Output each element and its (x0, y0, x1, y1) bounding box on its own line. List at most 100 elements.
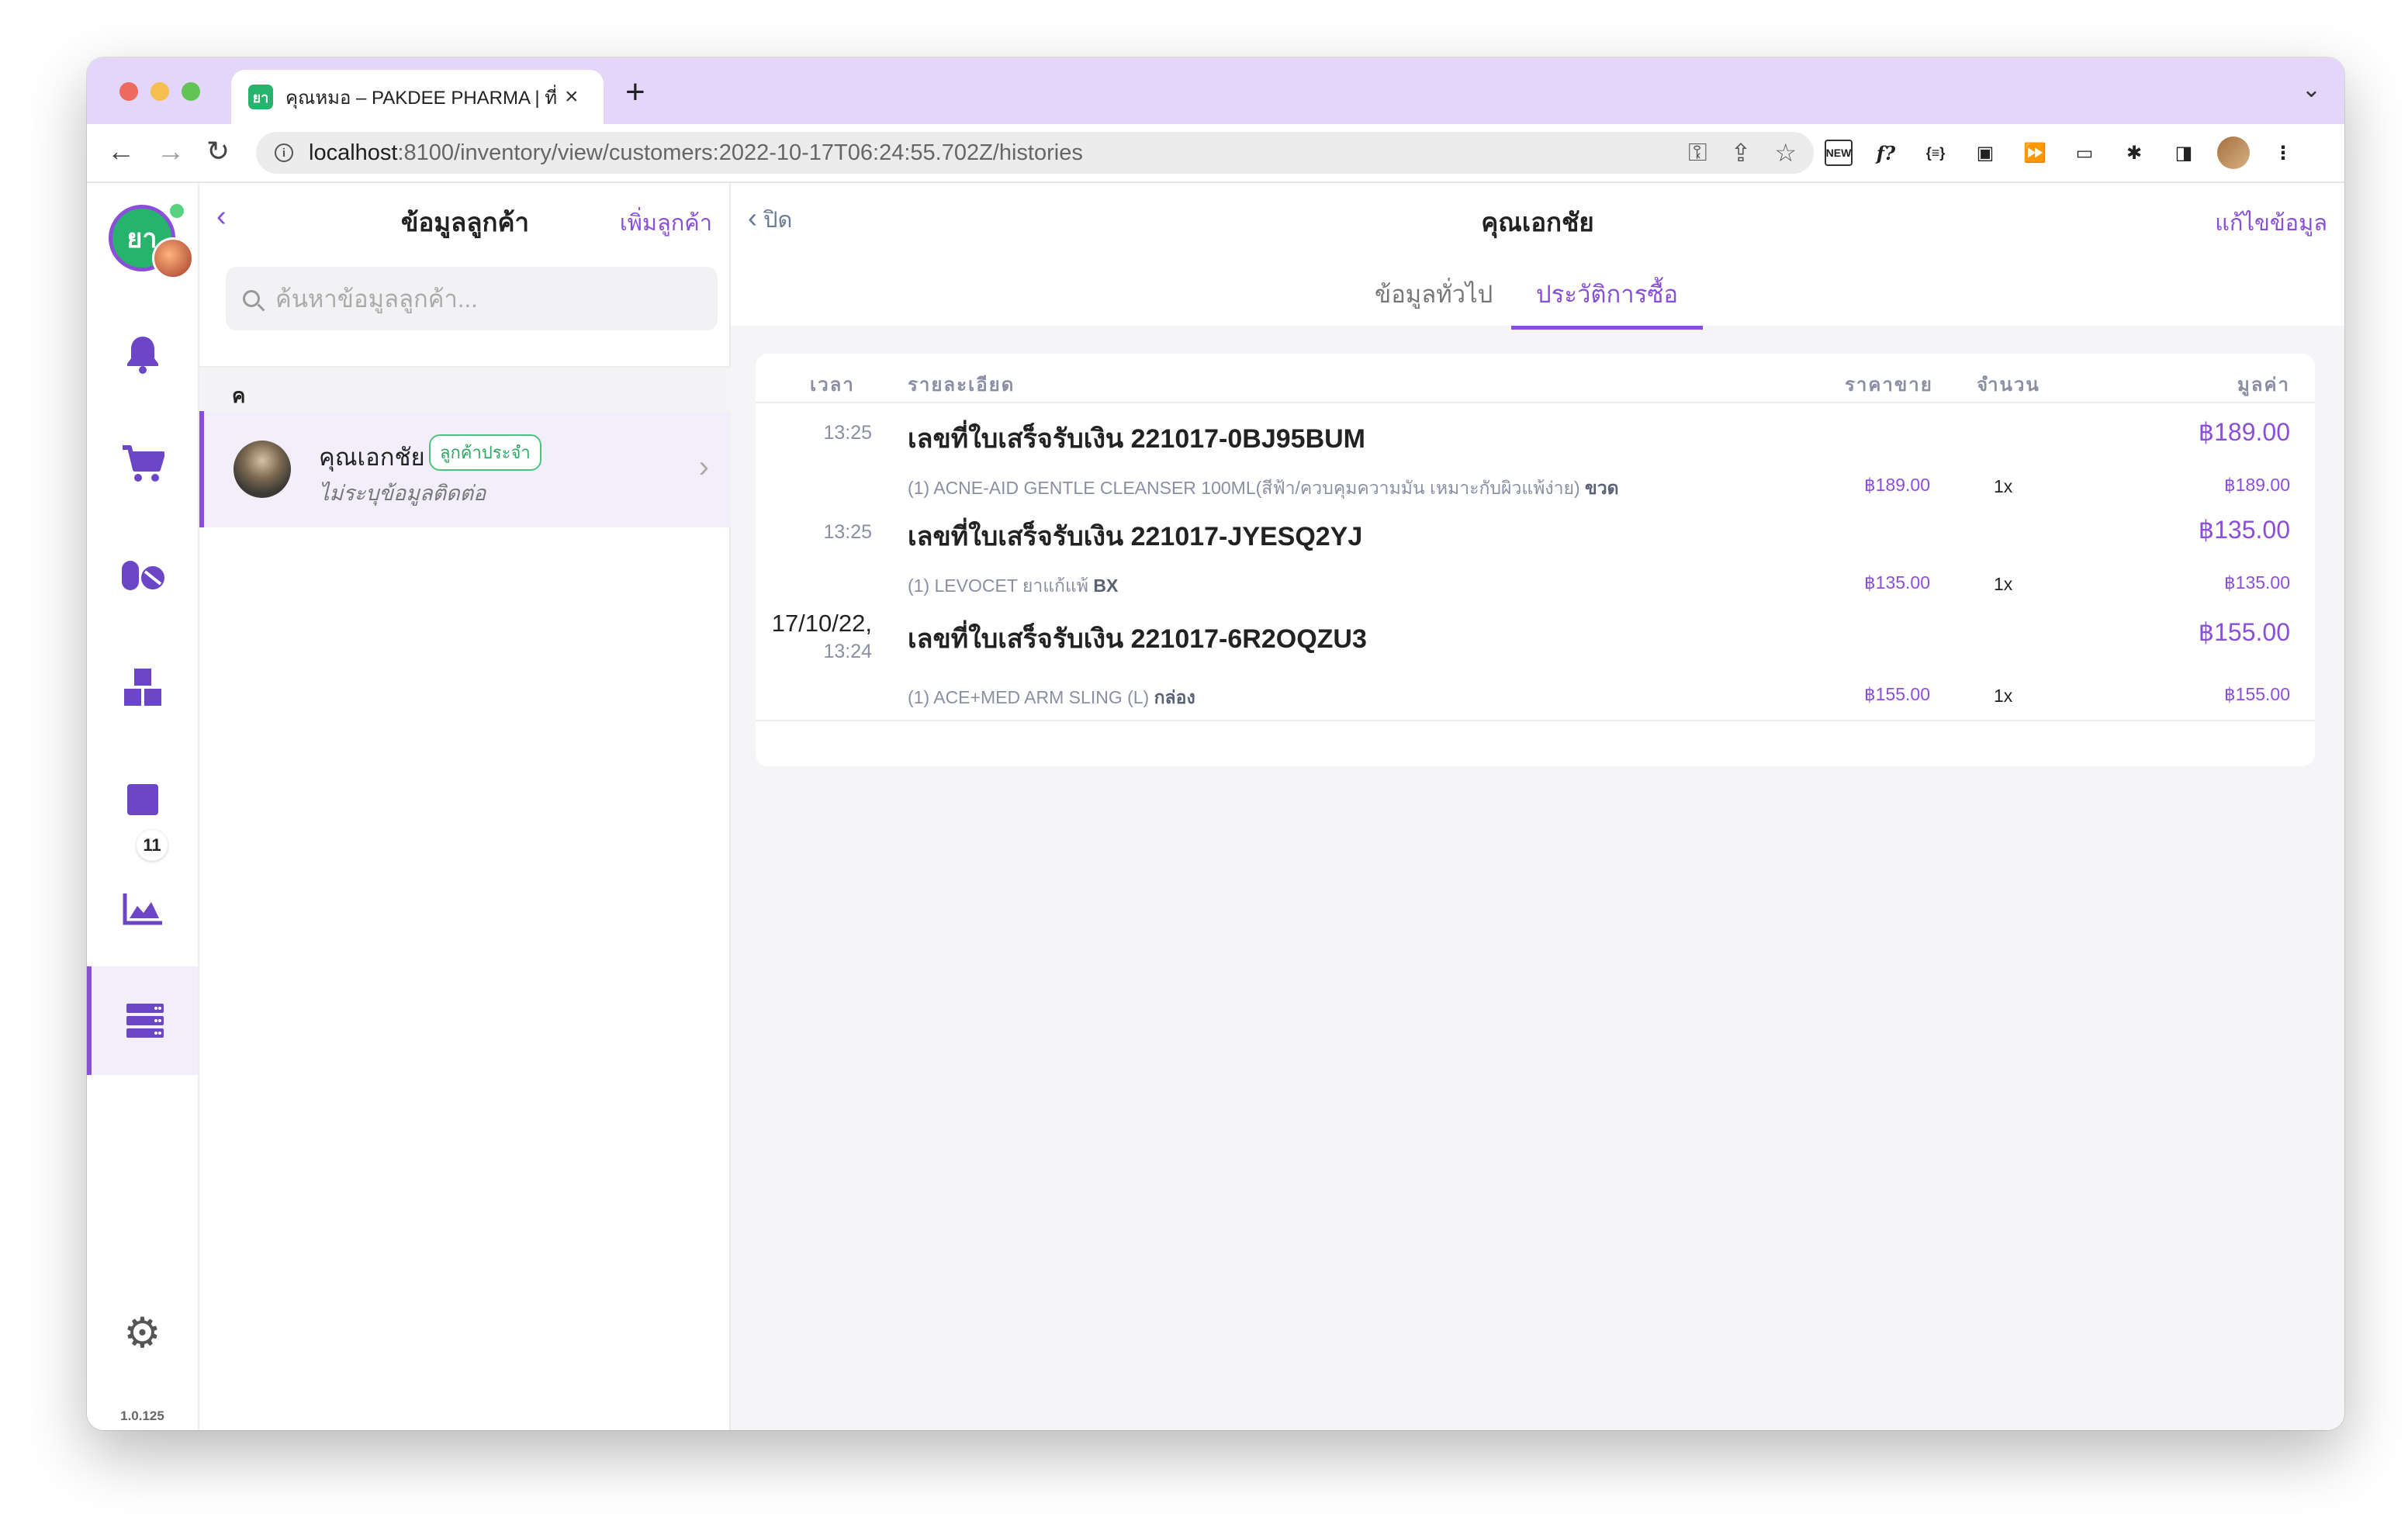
gear-icon: ⚙ (123, 1309, 161, 1356)
tab-purchase-history[interactable]: ประวัติการซื้อ (1511, 275, 1704, 330)
regular-customer-badge: ลูกค้าประจำ (429, 434, 541, 471)
item-price: ฿155.00 (1864, 684, 1930, 704)
nav-notifications[interactable] (87, 299, 198, 408)
browser-toolbar: ← → ↻ i localhost:8100/inventory/view/cu… (87, 124, 2344, 183)
share-icon[interactable]: ⇪ (1731, 138, 1752, 168)
new-extension-icon[interactable]: NEW (1825, 140, 1853, 166)
customer-avatar (234, 441, 291, 498)
pills-icon (121, 561, 164, 590)
nav-inventory[interactable] (87, 633, 198, 741)
address-bar[interactable]: i localhost:8100/inventory/view/customer… (256, 132, 1814, 174)
side-panel-icon[interactable]: ◨ (2168, 137, 2200, 169)
server-list-icon (126, 1004, 164, 1038)
column-header-value: มูลค่า (2237, 375, 2290, 396)
receipt-title: เลขที่ใบเสร็จรับเงิน 221017-JYESQ2YJ (908, 522, 1363, 551)
column-header-price: ราคาขาย (1845, 375, 1933, 396)
receipt-time: 13:25 (823, 422, 872, 444)
item-qty: 1x (1994, 686, 2013, 706)
customer-name: คุณเอกชัย (319, 444, 425, 471)
cart-icon (122, 445, 164, 482)
puzzle-extensions-icon[interactable]: ✱ (2118, 137, 2150, 169)
media-extension-icon[interactable]: ⏩ (2019, 137, 2051, 169)
app-root: ยา 11 ⚙ 1.0.125 ‹ ข้อมูลลูกค้า เพิ่มลูกค… (87, 183, 2344, 1430)
nav-orders[interactable]: 11 (87, 743, 198, 861)
close-window-button[interactable] (119, 82, 138, 101)
tab-general-info[interactable]: ข้อมูลทั่วไป (1375, 275, 1493, 326)
receipt-time: 13:25 (823, 521, 872, 543)
key-icon[interactable]: ⚿ (1688, 138, 1707, 168)
bookmark-star-icon[interactable]: ☆ (1774, 138, 1797, 168)
browser-tab[interactable]: ยา คุณหมอ – PAKDEE PHARMA | ที่ × (231, 70, 604, 124)
chevron-right-icon: › (698, 450, 709, 484)
customer-search-input[interactable]: ค้นหาข้อมูลลูกค้า... (226, 267, 718, 330)
receipt-total: ฿155.00 (2198, 618, 2290, 646)
more-menu-icon[interactable]: ⋮ (2267, 137, 2299, 169)
nav-settings[interactable]: ⚙ (87, 1278, 198, 1387)
table-end-divider (756, 720, 2315, 721)
app-version: 1.0.125 (120, 1408, 164, 1423)
nav-cart[interactable] (87, 410, 198, 518)
forward-arrow-icon[interactable]: → (157, 135, 185, 168)
record-extension-icon[interactable]: ▣ (1969, 137, 2001, 169)
formula-extension-icon[interactable]: f? (1870, 137, 1902, 169)
receipt-time: 13:24 (823, 641, 872, 662)
tab-search-chevron-icon[interactable]: ⌄ (2302, 76, 2321, 103)
receipt-total: ฿189.00 (2198, 418, 2290, 446)
nav-medicines[interactable] (87, 521, 198, 630)
item-price: ฿189.00 (1864, 475, 1930, 495)
item-value: ฿155.00 (2224, 684, 2290, 704)
receipt-item-name: (1) ACNE-AID GENTLE CLEANSER 100ML(สีฟ้า… (908, 478, 1619, 498)
nav-reports[interactable] (87, 855, 198, 963)
search-icon (243, 290, 260, 307)
receipt-title: เลขที่ใบเสร็จรับเงิน 221017-6R2OQZU3 (908, 624, 1367, 654)
clipboard-icon (126, 784, 158, 815)
item-value: ฿135.00 (2224, 572, 2290, 593)
group-header: ค (199, 366, 731, 411)
item-value: ฿189.00 (2224, 475, 2290, 495)
json-extension-icon[interactable]: {≡} (1919, 137, 1952, 169)
bell-icon (126, 337, 158, 374)
header-divider (756, 402, 2315, 403)
item-price: ฿135.00 (1864, 572, 1930, 593)
add-customer-button[interactable]: เพิ่มลูกค้า (620, 205, 712, 240)
back-arrow-icon[interactable]: ← (107, 135, 135, 168)
terminal-extension-icon[interactable]: ▭ (2068, 137, 2101, 169)
column-header-qty: จำนวน (1977, 375, 2040, 396)
nav-customers[interactable] (87, 966, 198, 1075)
customer-detail-panel: ‹ ปิด คุณเอกชัย แก้ไขข้อมูล ข้อมูลทั่วไป… (731, 183, 2344, 1430)
receipt-item-name: (1) LEVOCET ยาแก้แพ้ BX (908, 575, 1119, 596)
online-status-dot (168, 202, 186, 220)
edit-customer-button[interactable]: แก้ไขข้อมูล (2215, 205, 2327, 240)
new-tab-button[interactable]: + (625, 73, 645, 112)
favicon-icon: ยา (248, 85, 273, 109)
detail-header: ‹ ปิด คุณเอกชัย แก้ไขข้อมูล ข้อมูลทั่วไป… (731, 183, 2344, 330)
receipt-total: ฿135.00 (2198, 516, 2290, 544)
minimize-window-button[interactable] (150, 82, 169, 101)
item-qty: 1x (1994, 476, 2013, 496)
tab-close-icon[interactable]: × (565, 84, 579, 110)
search-placeholder: ค้นหาข้อมูลลูกค้า... (275, 285, 478, 313)
zoom-window-button[interactable] (182, 82, 200, 101)
column-header-time: เวลา (810, 375, 855, 396)
nav-rail: ยา 11 ⚙ 1.0.125 (87, 183, 199, 1430)
profile-avatar[interactable] (2217, 137, 2250, 169)
browser-window: ยา คุณหมอ – PAKDEE PHARMA | ที่ × + ⌄ ← … (87, 57, 2344, 1430)
column-header-detail: รายละเอียด (908, 375, 1015, 396)
receipt-title: เลขที่ใบเสร็จรับเงิน 221017-0BJ95BUM (908, 424, 1366, 454)
site-info-icon[interactable]: i (275, 143, 293, 162)
receipt-item-name: (1) ACE+MED ARM SLING (L) กล่อง (908, 687, 1195, 707)
tab-title: คุณหมอ – PAKDEE PHARMA | ที่ (285, 87, 557, 109)
customer-contact: ไม่ระบุข้อมูลติดต่อ (319, 482, 486, 505)
customer-list-item[interactable]: คุณเอกชัย ลูกค้าประจำ ไม่ระบุข้อมูลติดต่… (199, 411, 731, 527)
item-qty: 1x (1994, 574, 2013, 594)
customer-list-panel: ‹ ข้อมูลลูกค้า เพิ่มลูกค้า ค้นหาข้อมูลลู… (199, 183, 731, 1430)
reload-icon[interactable]: ↻ (206, 135, 230, 168)
boxes-icon (123, 669, 161, 706)
url-text[interactable]: localhost:8100/inventory/view/customers:… (309, 140, 1083, 166)
receipt-date: 17/10/22, (771, 610, 872, 637)
customer-title: คุณเอกชัย (1481, 208, 1594, 237)
chart-area-icon (123, 893, 162, 925)
user-avatar[interactable] (152, 237, 194, 279)
purchase-history-table: เวลา รายละเอียด ราคาขาย จำนวน มูลค่า 13:… (756, 354, 2315, 766)
tab-bar: ยา คุณหมอ – PAKDEE PHARMA | ที่ × + ⌄ (87, 57, 2344, 124)
